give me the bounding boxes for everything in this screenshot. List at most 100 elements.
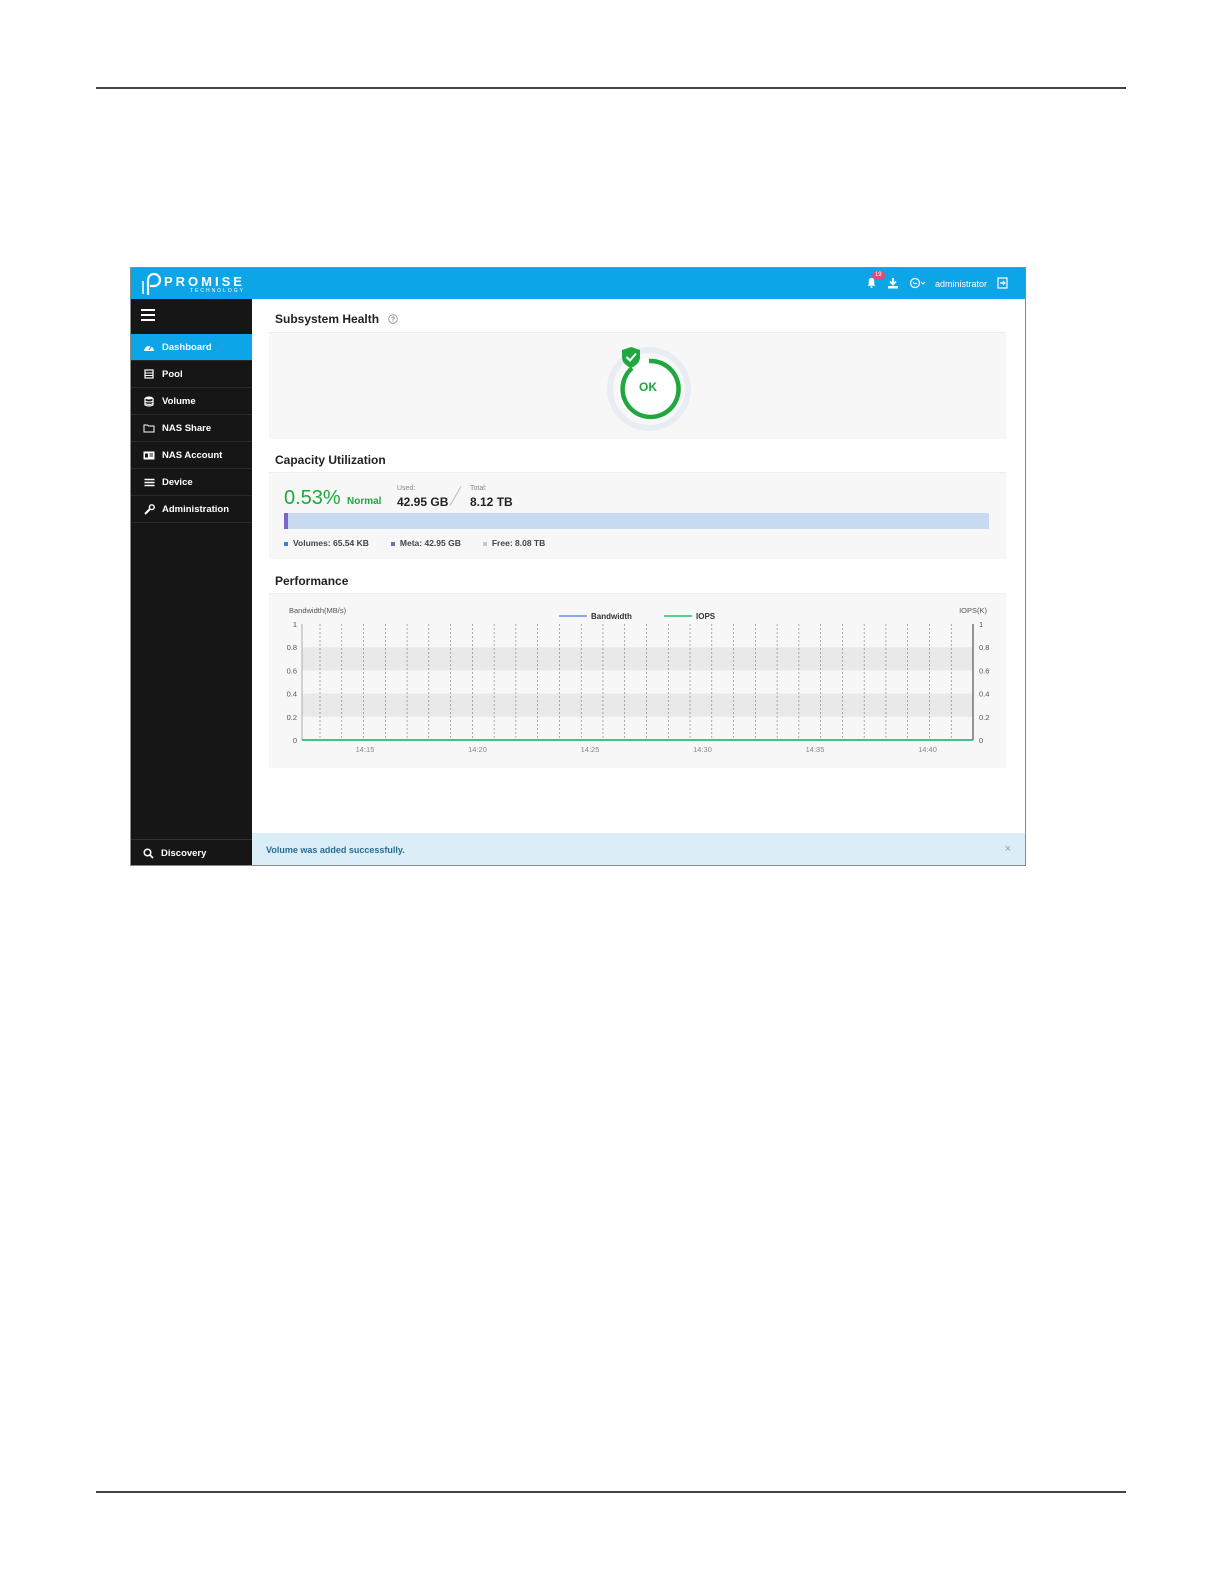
sidebar-item-label: Administration [162,503,230,515]
y-tick-label: 0.8 [287,643,297,652]
legend-free-label: Free: 8.08 TB [491,538,546,548]
y-tick-label: 0.4 [287,690,297,699]
sidebar-item-nas-account[interactable]: NAS Account [131,442,252,469]
capacity-percent: 0.53% [284,487,341,509]
y-tick-label: 0.6 [287,666,297,675]
subsystem-health-title: Subsystem Health ? [275,312,399,327]
notifications-button[interactable]: 19 [866,271,885,290]
toast-message: Volume was added successfully. [266,845,405,855]
x-tick-label: 14:35 [806,745,825,754]
sidebar-item-label: NAS Share [162,422,212,434]
sidebar-item-administration[interactable]: Administration [131,496,252,523]
volume-icon [143,396,155,407]
sidebar-item-label: Volume [162,395,196,407]
y-tick-label: 0.2 [287,713,297,722]
notification-count: 19 [871,271,885,280]
health-panel: OK [269,332,1006,439]
capacity-legend: Volumes: 65.54 KB Meta: 42.95 GB Free: 8… [284,538,545,548]
legend-label: IOPS [696,612,716,621]
plot-area [302,624,973,740]
health-status: OK [639,380,657,394]
legend-meta: Meta: 42.95 GB [390,538,461,548]
sidebar-item-label: NAS Account [162,449,223,461]
y2-axis-label: IOPS(K) [959,606,987,615]
chart-band [302,647,973,671]
x-tick-label: 14:40 [918,745,937,754]
y2-tick-label: 0 [979,736,983,745]
chat-icon [909,277,926,288]
search-icon [143,848,154,859]
top-bar: PROMISE TECHNOLOGY 19 administrator [131,268,1025,299]
capacity-panel: 0.53% Normal Used: 42.95 GB Total: 8.12 … [269,472,1006,559]
screenshot-frame: PROMISE TECHNOLOGY 19 administrator Dash… [130,267,1026,866]
sidebar-item-label: Dashboard [162,341,212,353]
download-button[interactable] [887,277,899,291]
legend-meta-label: Meta: 42.95 GB [399,538,461,548]
promise-logo: PROMISE TECHNOLOGY [139,271,245,297]
sidebar-item-label: Pool [162,368,183,380]
used-value: 42.95 GB [397,495,449,509]
x-tick-label: 14:20 [468,745,487,754]
capacity-title: Capacity Utilization [275,453,386,467]
chat-button[interactable] [909,277,926,291]
page-top-rule [96,87,1126,89]
sidebar-item-pool[interactable]: Pool [131,361,252,388]
y2-tick-label: 0.2 [979,713,989,722]
sidebar: Dashboard Pool Volume NAS Share NAS Acco… [131,299,252,865]
subsystem-health-title-text: Subsystem Health [275,312,380,326]
account-icon [143,450,155,460]
x-tick-label: 14:15 [356,745,375,754]
device-icon [143,477,155,487]
y-tick-label: 1 [293,620,297,629]
total-label: Total: [470,485,487,492]
performance-chart: 0 0 0.2 0.2 0.4 0.4 0.6 0.6 0.8 0.8 1 1 14:15 14:20 14… [287,606,990,754]
discovery-button[interactable]: Discovery [131,839,252,865]
folder-icon [143,423,155,433]
pool-icon [143,369,155,379]
sidebar-item-nas-share[interactable]: NAS Share [131,415,252,442]
legend-volumes: Volumes: 65.54 KB [284,538,369,548]
dashboard-icon [143,342,155,352]
total-value: 8.12 TB [470,495,513,509]
toast-close-button[interactable]: × [1005,843,1011,855]
legend-volumes-label: Volumes: 65.54 KB [293,538,369,548]
y2-tick-label: 0.6 [979,666,989,675]
legend-free: Free: 8.08 TB [482,538,546,548]
capacity-bar [284,513,989,529]
brand-subtitle: TECHNOLOGY [189,287,245,294]
wrench-icon [143,503,155,515]
logout-button[interactable] [997,276,1009,291]
logout-icon [997,276,1008,289]
success-toast: Volume was added successfully. × [252,833,1025,865]
sidebar-item-volume[interactable]: Volume [131,388,252,415]
performance-panel: 0 0 0.2 0.2 0.4 0.4 0.6 0.6 0.8 0.8 1 1 14:15 14:20 14… [269,593,1006,768]
capacity-bar-fill [284,513,288,529]
user-menu[interactable]: administrator [935,279,987,289]
y-tick-label: 0 [293,736,297,745]
capacity-state: Normal [347,496,382,507]
sidebar-item-label: Device [162,476,193,488]
y2-tick-label: 0.8 [979,643,989,652]
svg-text:?: ? [391,316,395,323]
capacity-divider [449,486,462,506]
promise-logo-icon [142,272,161,295]
download-icon [887,277,898,288]
brand-name: PROMISE [164,273,245,289]
performance-title: Performance [275,574,349,588]
y2-tick-label: 0.4 [979,690,989,699]
discovery-label: Discovery [161,848,207,859]
sidebar-item-device[interactable]: Device [131,469,252,496]
x-tick-label: 14:25 [581,745,600,754]
used-label: Used: [397,485,416,492]
page-bottom-rule [96,1491,1126,1493]
help-icon[interactable]: ? [388,313,399,327]
sidebar-item-dashboard[interactable]: Dashboard [131,334,252,361]
legend-label: Bandwidth [591,612,632,621]
menu-toggle-icon[interactable] [141,309,155,324]
x-tick-label: 14:30 [693,745,712,754]
y-axis-label: Bandwidth(MB/s) [289,606,347,615]
main-content: Subsystem Health ? OK Capacity Utilizati… [252,299,1025,865]
y2-tick-label: 1 [979,620,983,629]
chart-band [302,693,973,717]
sidebar-nav: Dashboard Pool Volume NAS Share NAS Acco… [131,334,252,523]
